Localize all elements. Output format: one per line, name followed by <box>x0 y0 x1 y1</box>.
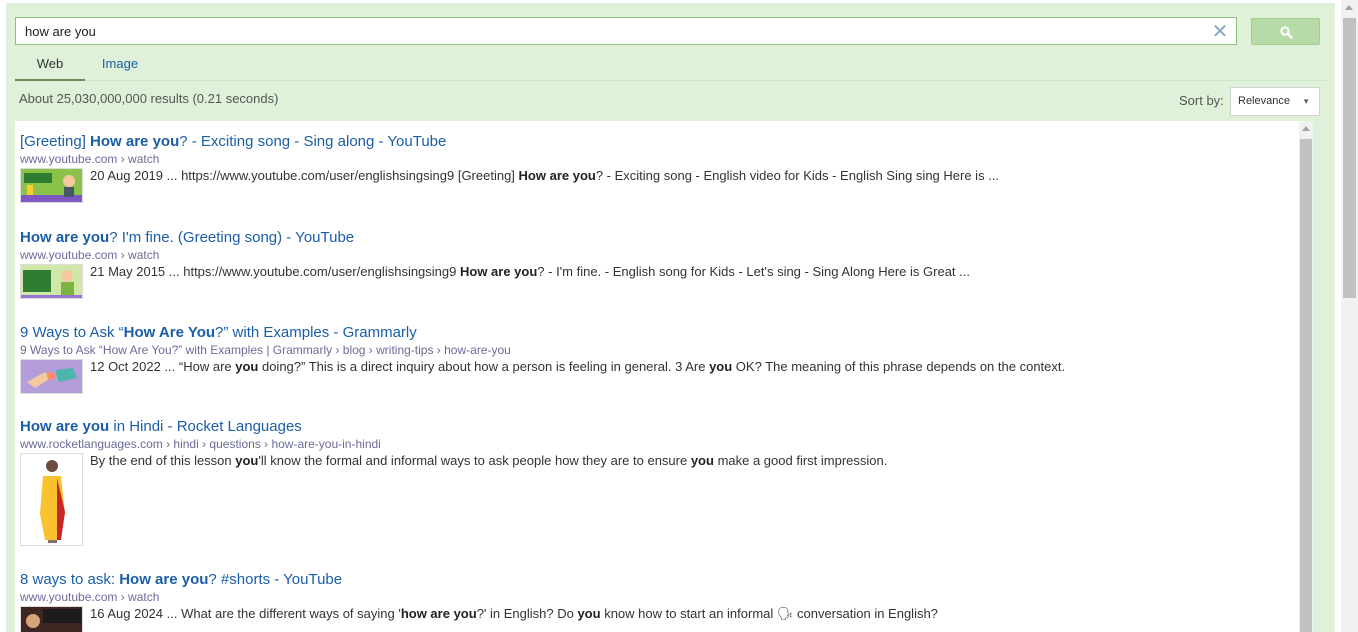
page-scrollbar[interactable] <box>1341 0 1358 632</box>
highlighted-term: How are you <box>518 168 596 183</box>
text-segment: 21 May 2015 ... https://www.youtube.com/… <box>90 264 460 279</box>
result-item: How are you in Hindi - Rocket Languages … <box>20 418 1290 546</box>
results-scrollbar[interactable] <box>1299 122 1313 632</box>
clear-search-icon[interactable]: ✕ <box>1210 20 1230 42</box>
scrollbar-thumb[interactable] <box>1300 139 1312 632</box>
result-item: 9 Ways to Ask “How Are You?” with Exampl… <box>20 324 1290 394</box>
result-snippet: 16 Aug 2024 ... What are the different w… <box>90 606 938 622</box>
text-segment: ? - Exciting song - Sing along - YouTube <box>179 133 447 150</box>
result-title[interactable]: How are you? I'm fine. (Greeting song) -… <box>20 229 1290 246</box>
text-segment: 20 Aug 2019 ... https://www.youtube.com/… <box>90 168 519 183</box>
tab-web[interactable]: Web <box>15 53 85 81</box>
text-segment: in Hindi - Rocket Languages <box>109 418 302 435</box>
video-thumbnail-icon <box>21 169 82 202</box>
search-input[interactable] <box>16 18 1206 44</box>
result-item: How are you? I'm fine. (Greeting song) -… <box>20 229 1290 299</box>
video-thumbnail-icon <box>21 265 82 298</box>
text-segment: ? I'm fine. (Greeting song) - YouTube <box>109 229 355 246</box>
result-url: www.youtube.com › watch <box>20 152 160 166</box>
result-url: www.rocketlanguages.com › hindi › questi… <box>20 437 381 451</box>
result-thumbnail[interactable] <box>20 264 83 299</box>
text-segment: ? - Exciting song - English video for Ki… <box>595 168 1000 183</box>
result-item: [Greeting] How are you? - Exciting song … <box>20 133 1290 203</box>
result-thumbnail[interactable] <box>20 453 83 546</box>
result-thumbnail[interactable] <box>20 359 83 394</box>
highlighted-term: How are you <box>20 229 110 246</box>
scroll-up-icon[interactable] <box>1302 126 1310 131</box>
text-segment: ?” with Examples - Grammarly <box>215 324 417 341</box>
result-stats: About 25,030,000,000 results (0.21 secon… <box>19 91 279 106</box>
result-snippet: 12 Oct 2022 ... “How are you doing?” Thi… <box>90 359 1065 374</box>
highlighted-term: how are you <box>400 606 477 621</box>
text-segment: 16 Aug 2024 ... What are the different w… <box>90 606 401 621</box>
highlighted-term: you <box>235 453 259 468</box>
highlighted-term: you <box>577 606 601 621</box>
text-segment: 9 Ways to Ask “ <box>20 324 124 341</box>
search-box: ✕ <box>15 17 1237 45</box>
result-url: www.youtube.com › watch <box>20 590 160 604</box>
text-segment: 12 Oct 2022 ... “How are <box>90 359 236 374</box>
chevron-down-icon: ▼ <box>1302 97 1310 106</box>
highlighted-term: How Are You <box>123 324 216 341</box>
text-segment: doing?” This is a direct inquiry about h… <box>258 359 710 374</box>
text-segment: know how to start an informal 🗣 conversa… <box>600 606 938 621</box>
text-segment: 8 ways to ask: <box>20 571 120 588</box>
text-segment: OK? The meaning of this phrase depends o… <box>732 359 1066 374</box>
highlighted-term: you <box>709 359 733 374</box>
sort-value: Relevance <box>1238 95 1290 107</box>
highlighted-term: you <box>690 453 714 468</box>
highlighted-term: How are you <box>90 133 180 150</box>
result-snippet: 21 May 2015 ... https://www.youtube.com/… <box>90 264 970 279</box>
scroll-up-icon[interactable] <box>1345 5 1353 10</box>
highlighted-term: How are you <box>20 418 110 435</box>
text-segment: ? - I'm fine. - English song for Kids - … <box>537 264 970 279</box>
scrollbar-thumb[interactable] <box>1343 18 1356 298</box>
video-thumbnail-icon <box>21 607 82 632</box>
result-url: www.youtube.com › watch <box>20 248 160 262</box>
text-segment: make a good first impression. <box>713 453 888 468</box>
results-list: [Greeting] How are you? - Exciting song … <box>15 121 1304 632</box>
sort-label: Sort by: <box>1179 93 1224 108</box>
text-segment: By the end of this lesson <box>90 453 236 468</box>
highlighted-term: you <box>235 359 259 374</box>
result-snippet: By the end of this lesson you'll know th… <box>90 453 887 468</box>
result-thumbnail[interactable] <box>20 168 83 203</box>
illustration-icon <box>21 360 82 393</box>
result-title[interactable]: How are you in Hindi - Rocket Languages <box>20 418 1290 435</box>
browser-page: ✕ Web Image About 25,030,000,000 results… <box>0 0 1358 632</box>
highlighted-term: How are you <box>459 264 538 279</box>
search-button[interactable] <box>1251 18 1320 45</box>
result-item: 8 ways to ask: How are you? #shorts - Yo… <box>20 571 1290 632</box>
result-url: 9 Ways to Ask “How Are You?” with Exampl… <box>20 343 511 357</box>
result-snippet: 20 Aug 2019 ... https://www.youtube.com/… <box>90 168 999 183</box>
text-segment: [Greeting] <box>20 133 91 150</box>
sort-select[interactable]: Relevance ▼ <box>1230 87 1320 116</box>
tab-image[interactable]: Image <box>85 53 155 81</box>
person-photo-icon <box>21 454 82 545</box>
text-segment: 'll know the formal and informal ways to… <box>258 453 691 468</box>
result-title[interactable]: 8 ways to ask: How are you? #shorts - Yo… <box>20 571 1290 588</box>
result-title[interactable]: 9 Ways to Ask “How Are You?” with Exampl… <box>20 324 1290 341</box>
text-segment: ? #shorts - YouTube <box>208 571 343 588</box>
search-panel: ✕ Web Image About 25,030,000,000 results… <box>6 3 1335 632</box>
result-thumbnail[interactable] <box>20 606 83 632</box>
highlighted-term: How are you <box>119 571 209 588</box>
search-icon <box>1280 26 1293 39</box>
search-tabs: Web Image <box>15 53 1327 81</box>
result-title[interactable]: [Greeting] How are you? - Exciting song … <box>20 133 1290 150</box>
text-segment: ?' in English? Do <box>476 606 578 621</box>
